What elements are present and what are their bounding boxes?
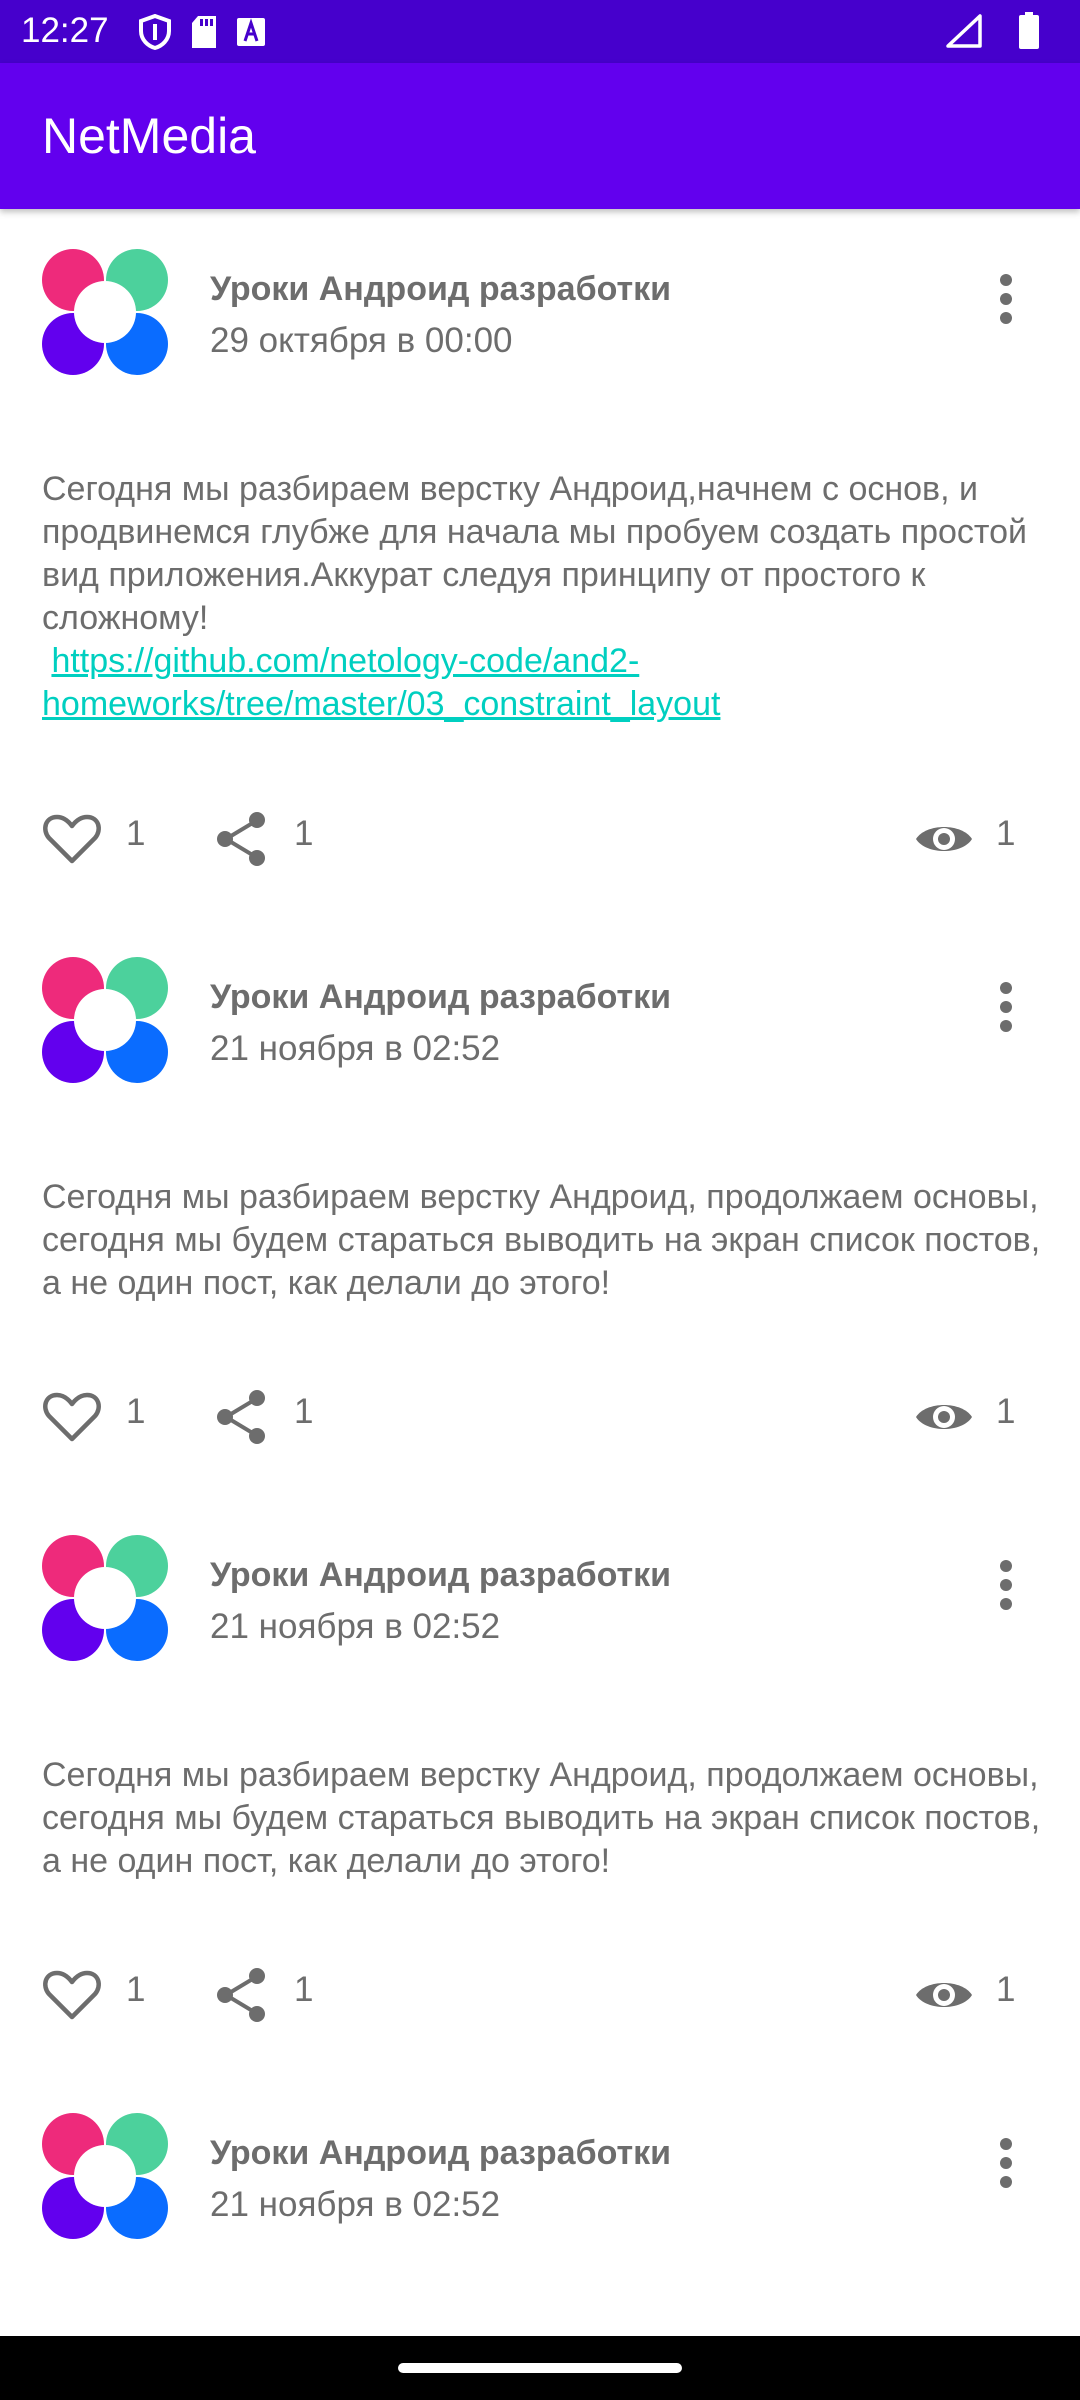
status-time: 12:27 — [21, 11, 109, 50]
font-a-icon — [237, 18, 265, 46]
post-content: Сегодня мы разбираем верстку Андроид,нач… — [42, 468, 1042, 726]
shield-icon — [139, 14, 171, 50]
status-icons-right — [946, 12, 1040, 50]
more-options-icon[interactable] — [986, 1555, 1026, 1615]
app-title: NetMedia — [42, 108, 256, 164]
avatar — [42, 249, 168, 375]
post-date: 21 ноября в 02:52 — [210, 2185, 501, 2224]
post-text: Сегодня мы разбираем верстку Андроид, пр… — [42, 1178, 1041, 1302]
like-count: 1 — [126, 1392, 146, 1431]
share-count: 1 — [294, 1392, 314, 1431]
post-actions: 1 1 1 — [0, 1965, 1080, 2045]
post-text: Сегодня мы разбираем верстку Андроид,нач… — [42, 470, 1028, 637]
views-count: 1 — [996, 1392, 1016, 1431]
views-count: 1 — [996, 1970, 1016, 2009]
posts-feed[interactable]: Уроки Андроид разработки 29 октября в 00… — [0, 209, 1080, 2336]
sd-card-icon — [192, 16, 216, 48]
avatar — [42, 2113, 168, 2239]
like-count: 1 — [126, 814, 146, 853]
post-actions: 1 1 1 — [0, 809, 1080, 889]
avatar — [42, 957, 168, 1083]
like-count: 1 — [126, 1970, 146, 2009]
like-heart-icon[interactable] — [42, 1965, 102, 2025]
home-gesture-handle[interactable] — [398, 2363, 682, 2373]
like-heart-icon[interactable] — [42, 809, 102, 869]
signal-icon — [946, 14, 982, 48]
views-eye-icon — [916, 1983, 972, 2007]
system-navigation-bar — [0, 2336, 1080, 2400]
share-count: 1 — [294, 814, 314, 853]
post-author: Уроки Андроид разработки — [210, 978, 672, 1016]
status-bar: 12:27 — [0, 0, 1080, 63]
post-date: 21 ноября в 02:52 — [210, 1607, 501, 1646]
post-text: Сегодня мы разбираем верстку Андроид, пр… — [42, 1756, 1041, 1880]
battery-icon — [1019, 12, 1039, 49]
share-icon[interactable] — [212, 1387, 272, 1447]
post-date: 29 октября в 00:00 — [210, 321, 513, 360]
post-content: Сегодня мы разбираем верстку Андроид, пр… — [42, 1176, 1042, 1305]
views-eye-icon — [916, 827, 972, 851]
share-count: 1 — [294, 1970, 314, 2009]
like-heart-icon[interactable] — [42, 1387, 102, 1447]
post-card: Уроки Андроид разработки 21 ноября в 02:… — [0, 917, 1080, 1495]
post-content: Сегодня мы разбираем верстку Андроид, пр… — [42, 1754, 1042, 1883]
more-options-icon[interactable] — [986, 2133, 1026, 2193]
views-eye-icon — [916, 1405, 972, 1429]
share-icon[interactable] — [212, 809, 272, 869]
post-card: Уроки Андроид разработки 21 ноября в 02:… — [0, 1495, 1080, 2073]
more-options-icon[interactable] — [986, 269, 1026, 329]
share-icon[interactable] — [212, 1965, 272, 2025]
avatar — [42, 1535, 168, 1661]
views-count: 1 — [996, 814, 1016, 853]
status-icons-left — [138, 14, 266, 50]
post-author: Уроки Андроид разработки — [210, 1556, 672, 1594]
post-author: Уроки Андроид разработки — [210, 270, 672, 308]
post-card: Уроки Андроид разработки 29 октября в 00… — [0, 209, 1080, 917]
post-date: 21 ноября в 02:52 — [210, 1029, 501, 1068]
post-author: Уроки Андроид разработки — [210, 2134, 672, 2172]
post-link[interactable]: https://github.com/netology-code/and2-ho… — [42, 642, 720, 723]
post-card: Уроки Андроид разработки 21 ноября в 02:… — [0, 2073, 1080, 2336]
app-bar: NetMedia — [0, 63, 1080, 209]
post-actions: 1 1 1 — [0, 1387, 1080, 1467]
more-options-icon[interactable] — [986, 977, 1026, 1037]
